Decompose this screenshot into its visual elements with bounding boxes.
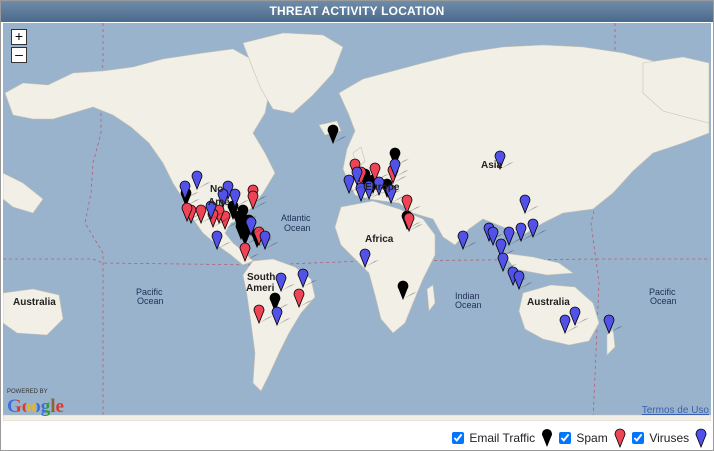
label-north-america-1: No <box>210 184 224 195</box>
label-atlantic-2: Ocean <box>284 223 311 233</box>
spam-checkbox[interactable] <box>559 432 571 444</box>
terms-of-use-link[interactable]: Termos de Uso <box>642 405 709 416</box>
label-pacific-left-2: Ocean <box>137 296 164 306</box>
viruses-label: Viruses <box>649 431 690 445</box>
threat-map-widget: THREAT ACTIVITY LOCATION + – Asia Europe… <box>0 0 714 451</box>
google-logo[interactable]: Google <box>7 396 64 418</box>
virus-marker[interactable] <box>513 270 533 291</box>
label-atlantic-1: Atlantic <box>281 213 311 223</box>
label-indian-2: Ocean <box>455 300 482 310</box>
world-map[interactable]: + – Asia Europe Africa No Ame South Amer… <box>3 23 711 421</box>
label-asia: Asia <box>481 160 503 171</box>
zoom-in-button[interactable]: + <box>11 29 27 45</box>
label-africa: Africa <box>365 234 394 245</box>
spam-label: Spam <box>576 431 608 445</box>
label-south-america-1: South <box>247 272 276 283</box>
email-traffic-checkbox[interactable] <box>452 432 464 444</box>
spam-marker-icon <box>614 428 626 449</box>
label-australia-left: Australia <box>13 297 56 308</box>
legend-spam[interactable]: Spam <box>559 428 627 449</box>
widget-title: THREAT ACTIVITY LOCATION <box>1 1 713 22</box>
virus-marker-icon <box>696 428 707 449</box>
label-europe: Europe <box>365 182 400 193</box>
label-south-america-2: Ameri <box>246 283 275 294</box>
email-marker-icon <box>542 429 553 447</box>
legend-email-traffic[interactable]: Email Traffic <box>452 428 554 447</box>
virus-marker[interactable] <box>259 230 279 251</box>
map-canvas <box>3 23 711 421</box>
map-legend: Email Traffic Spam Viruses <box>1 422 713 450</box>
zoom-out-button[interactable]: – <box>11 47 27 63</box>
label-australia-right: Australia <box>527 297 570 308</box>
virus-marker[interactable] <box>457 230 477 251</box>
label-pacific-right-2: Ocean <box>650 296 677 306</box>
legend-viruses[interactable]: Viruses <box>632 428 708 449</box>
virus-marker[interactable] <box>603 314 623 335</box>
label-north-america-2: Ame <box>208 197 230 208</box>
powered-by-text: POWERED BY <box>7 389 48 395</box>
email-traffic-label: Email Traffic <box>469 431 536 445</box>
land-masses <box>3 32 711 421</box>
viruses-checkbox[interactable] <box>632 432 644 444</box>
email-traffic-marker[interactable] <box>327 124 347 145</box>
